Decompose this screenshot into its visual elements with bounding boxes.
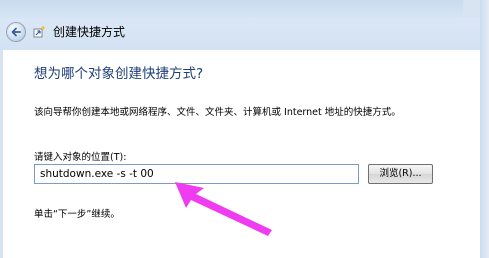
location-label: 请键入对象的位置(T):: [34, 152, 127, 163]
title-bar: 创建快捷方式: [0, 0, 489, 50]
annotation-arrow-shape: [175, 182, 272, 236]
window-frame-right: [480, 0, 489, 258]
next-step-hint: 单击“下一步”继续。: [34, 209, 120, 220]
location-input[interactable]: [34, 164, 359, 184]
back-arrow-icon: [11, 27, 21, 37]
shortcut-wizard-icon: [33, 26, 45, 38]
window-frame-left: [0, 50, 3, 258]
browse-button[interactable]: 浏览(R)...: [368, 164, 433, 184]
page-heading: 想为哪个对象创建快捷方式?: [34, 66, 204, 82]
create-shortcut-window: 创建快捷方式 想为哪个对象创建快捷方式? 该向导帮你创建本地或网络程序、文件、文…: [0, 0, 489, 258]
window-title: 创建快捷方式: [53, 25, 126, 39]
back-button[interactable]: [6, 22, 26, 42]
wizard-description: 该向导帮你创建本地或网络程序、文件、文件夹、计算机或 Internet 地址的快…: [34, 107, 401, 118]
title-bar-top-strip: [0, 0, 489, 18]
